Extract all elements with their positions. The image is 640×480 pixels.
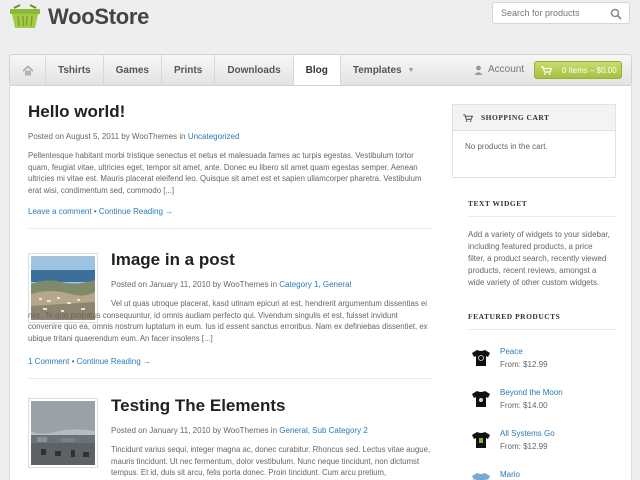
post-title[interactable]: Hello world! xyxy=(28,102,432,122)
product-price: From: $12.99 xyxy=(500,360,548,369)
search-input[interactable] xyxy=(493,3,603,23)
post-testing-the-elements: Testing The Elements Posted on January 1… xyxy=(28,396,432,479)
post-category-link[interactable]: General, Sub Category 2 xyxy=(279,426,368,435)
cart-empty-message: No products in the cart. xyxy=(465,142,548,151)
post-meta-text: Posted on August 5, 2011 by WooThemes in xyxy=(28,132,186,141)
product-name[interactable]: All Systems Go xyxy=(500,429,555,438)
product-name[interactable]: Mario xyxy=(500,470,520,479)
logo-text: WooStore xyxy=(48,4,150,29)
cart-button[interactable]: 0 items – $0.00 xyxy=(534,61,622,79)
home-button[interactable] xyxy=(10,55,46,85)
post-title[interactable]: Testing The Elements xyxy=(111,396,432,416)
search-box[interactable] xyxy=(492,2,630,24)
cart-icon xyxy=(463,113,473,122)
post-footer: Leave a comment • Continue Reading → xyxy=(28,207,174,216)
basket-icon xyxy=(8,4,42,30)
post-meta: Posted on August 5, 2011 by WooThemes in… xyxy=(28,132,432,141)
post-category-link[interactable]: Uncategorized xyxy=(188,132,240,141)
product-item[interactable]: Mario xyxy=(470,470,520,480)
post-footer: 1 Comment • Continue Reading → xyxy=(28,357,151,366)
nav-item-templates-label: Templates xyxy=(352,64,402,76)
content-area: Hello world! Posted on August 5, 2011 by… xyxy=(9,86,632,480)
product-price: From: $14.00 xyxy=(500,401,548,410)
user-icon xyxy=(474,65,483,75)
widget-title: Shopping Cart xyxy=(453,105,615,131)
widget-title: Text Widget xyxy=(468,198,528,208)
continue-reading-link[interactable]: Continue Reading → xyxy=(77,357,151,366)
store-logo[interactable]: WooStore xyxy=(8,4,149,30)
post-meta: Posted on January 11, 2010 by WooThemes … xyxy=(111,426,432,435)
post-hello-world: Hello world! Posted on August 5, 2011 by… xyxy=(28,102,432,216)
product-item[interactable]: All Systems Go From: $12.99 xyxy=(470,429,555,451)
text-widget-body: Add a variety of widgets to your sidebar… xyxy=(468,230,610,287)
post-meta-text: Posted on January 11, 2010 by WooThemes … xyxy=(111,426,278,435)
post-excerpt: Tincidunt varius sequi, integer magna ac… xyxy=(111,445,431,477)
post-excerpt: Vel ut quas utroque placerat, kasd utina… xyxy=(28,299,428,343)
nav-item-templates[interactable]: Templates ▼ xyxy=(341,55,427,85)
tshirt-icon xyxy=(470,388,492,410)
post-category-link[interactable]: Category 1, General xyxy=(279,280,351,289)
nav-item-prints[interactable]: Prints xyxy=(162,55,216,85)
product-item[interactable]: Peace From: $12.99 xyxy=(470,347,548,369)
comments-link[interactable]: 1 Comment xyxy=(28,357,69,366)
post-image-in-a-post: Image in a post Posted on January 11, 20… xyxy=(28,250,432,366)
widget-title-text: Shopping Cart xyxy=(481,113,550,122)
cart-summary: 0 items – $0.00 xyxy=(562,65,617,75)
post-excerpt: Pellentesque habitant morbi tristique se… xyxy=(28,151,422,195)
search-icon[interactable] xyxy=(610,7,622,20)
chevron-down-icon: ▼ xyxy=(407,66,415,74)
post-divider xyxy=(28,228,432,229)
widget-title: Featured Products xyxy=(468,311,561,321)
product-name[interactable]: Peace xyxy=(500,347,548,356)
post-divider xyxy=(28,378,432,379)
sidebar: Shopping Cart No products in the cart. T… xyxy=(452,104,616,480)
nav-item-tshirts[interactable]: Tshirts xyxy=(46,55,104,85)
comments-link[interactable]: Leave a comment xyxy=(28,207,92,216)
product-price: From: $12.99 xyxy=(500,442,548,451)
tshirt-icon xyxy=(470,470,492,480)
account-label: Account xyxy=(488,64,525,75)
post-meta: Posted on January 11, 2010 by WooThemes … xyxy=(111,280,432,289)
shopping-cart-widget: Shopping Cart No products in the cart. xyxy=(452,104,616,178)
nav-item-blog[interactable]: Blog xyxy=(293,55,341,85)
account-link[interactable]: Account xyxy=(474,64,524,75)
main-navigation: Tshirts Games Prints Downloads Blog Temp… xyxy=(9,54,632,86)
featured-products-widget: Featured Products Peace From: $12.99 Bey… xyxy=(452,303,616,480)
continue-reading-link[interactable]: Continue Reading → xyxy=(99,207,173,216)
tshirt-icon xyxy=(470,347,492,369)
nav-item-downloads[interactable]: Downloads xyxy=(215,55,294,85)
tshirt-icon xyxy=(470,429,492,451)
product-item[interactable]: Beyond the Moon From: $14.00 xyxy=(470,388,563,410)
post-meta-text: Posted on January 11, 2010 by WooThemes … xyxy=(111,280,278,289)
text-widget: Text Widget Add a variety of widgets to … xyxy=(452,190,616,289)
post-title[interactable]: Image in a post xyxy=(111,250,432,270)
product-name[interactable]: Beyond the Moon xyxy=(500,388,563,397)
cart-icon xyxy=(541,65,552,75)
home-icon xyxy=(21,64,34,75)
nav-item-games[interactable]: Games xyxy=(104,55,162,85)
